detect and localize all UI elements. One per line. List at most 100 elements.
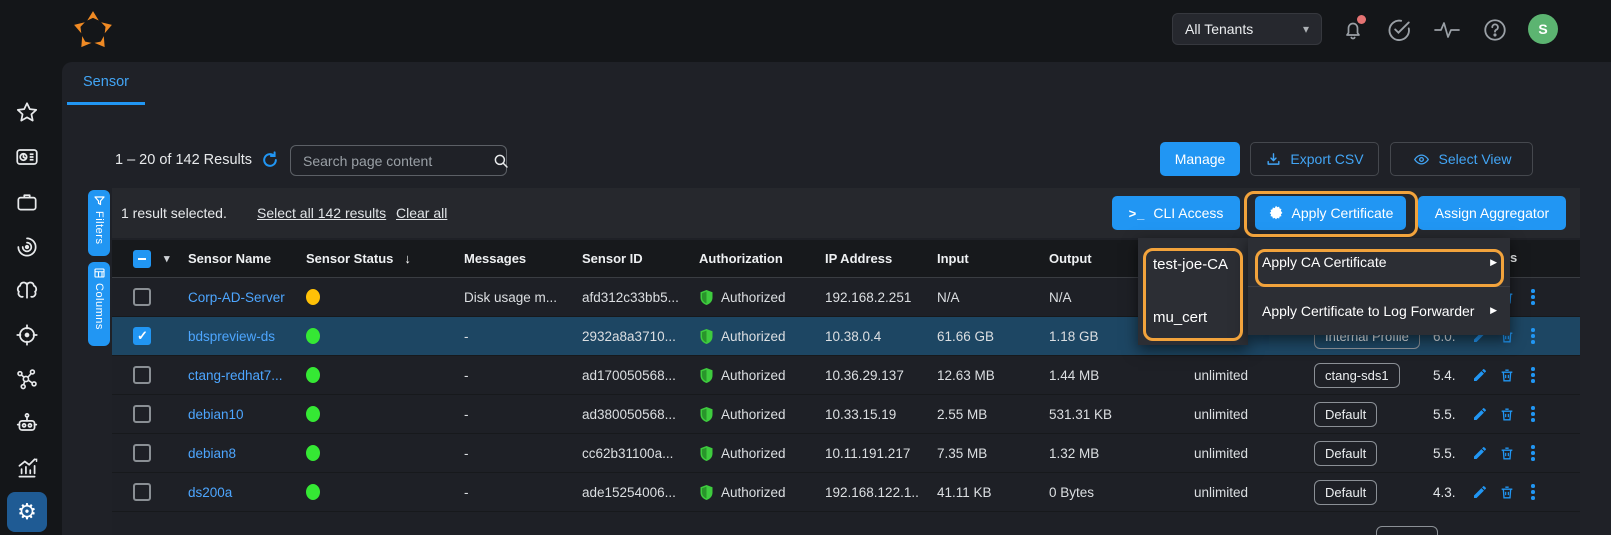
download-icon	[1265, 151, 1282, 168]
row-checkbox[interactable]	[133, 366, 151, 384]
favorites-star-icon[interactable]	[9, 95, 45, 131]
profile-chip: Default	[1314, 441, 1377, 466]
reports-chart-icon[interactable]	[9, 450, 45, 486]
filters-side-tab[interactable]: Filters	[88, 190, 110, 256]
brain-icon[interactable]	[9, 273, 45, 309]
table-row[interactable]: ds200a - ade15254006... Authorized 192.1…	[112, 473, 1580, 512]
results-count: 1 – 20 of 142 Results	[115, 152, 252, 168]
sensor-name-link[interactable]: ctang-redhat7...	[188, 368, 283, 383]
menu-item-mu-cert[interactable]: mu_cert	[1138, 291, 1248, 344]
network-icon[interactable]	[9, 361, 45, 397]
col-header-messages[interactable]: Messages	[446, 251, 564, 266]
profile-chip: Default	[1314, 480, 1377, 505]
select-all-link[interactable]: Select all 142 results	[257, 205, 386, 221]
status-dot-ok	[306, 406, 320, 422]
left-nav-rail: ⚙	[0, 0, 62, 535]
apply-certificate-menu: Apply CA Certificate ▶ Apply Certificate…	[1248, 238, 1510, 335]
main-content-panel: Sensor 1 – 20 of 142 Results Manage Expo…	[62, 62, 1611, 535]
sensor-name-link[interactable]: bdspreview-ds	[188, 329, 275, 344]
shield-icon	[699, 445, 714, 462]
selection-count: 1 result selected.	[121, 205, 227, 221]
menu-item-apply-ca-certificate[interactable]: Apply CA Certificate ▶	[1248, 238, 1510, 286]
col-header-input[interactable]: Input	[919, 251, 1031, 266]
col-header-ip-address[interactable]: IP Address	[807, 251, 919, 266]
export-csv-button[interactable]: Export CSV	[1250, 142, 1379, 176]
col-header-authorization[interactable]: Authorization	[681, 251, 807, 266]
row-menu-kebab-icon[interactable]	[1525, 482, 1541, 502]
select-view-button[interactable]: Select View	[1390, 142, 1533, 176]
sensor-name-link[interactable]: ds200a	[188, 485, 232, 500]
sensor-name-link[interactable]: debian8	[188, 446, 236, 461]
apply-certificate-button[interactable]: Apply Certificate	[1255, 196, 1406, 230]
status-dot-ok	[306, 367, 320, 383]
row-menu-kebab-icon[interactable]	[1525, 365, 1541, 385]
submenu-arrow-icon: ▶	[1490, 257, 1497, 268]
select-all-checkbox[interactable]	[133, 250, 151, 268]
shield-icon	[699, 406, 714, 423]
notification-badge	[1357, 15, 1366, 24]
sensor-name-link[interactable]: Corp-AD-Server	[188, 290, 285, 305]
settings-gear-icon[interactable]: ⚙	[7, 492, 47, 532]
search-input[interactable]	[291, 153, 492, 169]
selection-menu-caret-icon[interactable]: ▾	[164, 252, 170, 265]
user-avatar[interactable]: S	[1528, 14, 1558, 44]
eye-icon	[1412, 151, 1431, 168]
top-bar: All Tenants ▾ S	[0, 0, 1611, 62]
stellar-cyber-logo	[70, 8, 116, 54]
tasks-check-icon[interactable]	[1384, 15, 1414, 45]
col-header-sensor-id[interactable]: Sensor ID	[564, 251, 681, 266]
edit-pencil-icon[interactable]	[1471, 405, 1489, 423]
help-icon[interactable]	[1480, 15, 1510, 45]
radar-icon[interactable]	[9, 229, 45, 265]
robot-icon[interactable]	[9, 405, 45, 441]
activity-pulse-icon[interactable]	[1432, 15, 1462, 45]
delete-trash-icon[interactable]	[1498, 405, 1516, 423]
search-icon[interactable]	[492, 152, 510, 170]
cli-access-button[interactable]: >_ CLI Access	[1112, 196, 1240, 230]
table-row[interactable]: debian8 - cc62b31100a... Authorized 10.1…	[112, 434, 1580, 473]
briefcase-icon[interactable]	[9, 184, 45, 220]
shield-icon	[699, 484, 714, 501]
row-checkbox-checked[interactable]	[133, 327, 151, 345]
row-menu-kebab-icon[interactable]	[1525, 326, 1541, 346]
target-icon[interactable]	[9, 317, 45, 353]
edit-pencil-icon[interactable]	[1471, 366, 1489, 384]
shield-icon	[699, 367, 714, 384]
manage-button[interactable]: Manage	[1160, 142, 1240, 176]
edit-pencil-icon[interactable]	[1471, 444, 1489, 462]
page-search	[290, 145, 507, 176]
row-checkbox[interactable]	[133, 444, 151, 462]
clear-all-link[interactable]: Clear all	[396, 205, 447, 221]
tab-sensor[interactable]: Sensor	[67, 74, 145, 105]
row-checkbox[interactable]	[133, 405, 151, 423]
dashboard-icon[interactable]	[9, 139, 45, 175]
menu-item-apply-cert-log-forwarder[interactable]: Apply Certificate to Log Forwarder ▶	[1248, 286, 1510, 334]
row-menu-kebab-icon[interactable]	[1525, 287, 1541, 307]
row-checkbox[interactable]	[133, 483, 151, 501]
avatar-initial: S	[1538, 21, 1547, 37]
edit-pencil-icon[interactable]	[1471, 483, 1489, 501]
row-menu-kebab-icon[interactable]	[1525, 404, 1541, 424]
delete-trash-icon[interactable]	[1498, 444, 1516, 462]
filter-funnel-icon	[93, 195, 106, 207]
col-header-sensor-status[interactable]: Sensor Status↓	[288, 251, 446, 266]
row-checkbox[interactable]	[133, 288, 151, 306]
profile-chip: Default	[1314, 402, 1377, 427]
table-row[interactable]: ctang-redhat7... - ad170050568... Author…	[112, 356, 1580, 395]
menu-item-test-joe-ca[interactable]: test-joe-CA	[1138, 238, 1248, 291]
col-header-sensor-name[interactable]: Sensor Name	[170, 251, 288, 266]
terminal-icon: >_	[1129, 206, 1146, 221]
refresh-icon[interactable]	[260, 150, 280, 170]
delete-trash-icon[interactable]	[1498, 366, 1516, 384]
sensor-name-link[interactable]: debian10	[188, 407, 244, 422]
tenant-selector[interactable]: All Tenants ▾	[1172, 13, 1322, 45]
col-header-partial: s	[1510, 250, 1517, 265]
row-menu-kebab-icon[interactable]	[1525, 443, 1541, 463]
columns-side-tab[interactable]: Columns	[88, 262, 110, 346]
notifications-bell-icon[interactable]	[1338, 15, 1368, 45]
sort-desc-icon: ↓	[404, 251, 411, 266]
delete-trash-icon[interactable]	[1498, 483, 1516, 501]
assign-aggregator-button[interactable]: Assign Aggregator	[1418, 196, 1566, 230]
selection-toolbar: 1 result selected. Select all 142 result…	[112, 188, 1580, 238]
table-row[interactable]: debian10 - ad380050568... Authorized 10.…	[112, 395, 1580, 434]
